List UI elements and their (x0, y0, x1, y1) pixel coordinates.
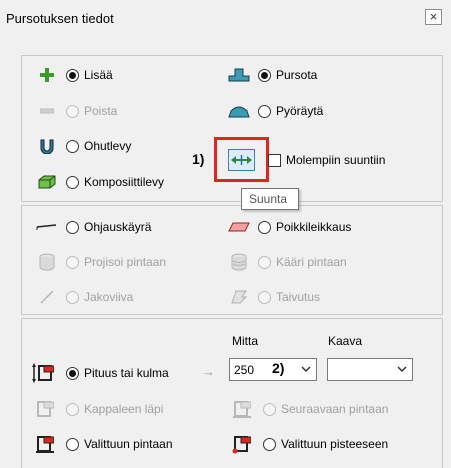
guide-curve-icon (36, 218, 58, 236)
option-both-directions[interactable]: Molempiin suuntiin (268, 150, 385, 170)
add-label: Lisää (84, 68, 113, 82)
remove-label: Poista (84, 104, 118, 118)
dimension-header: Mitta (232, 334, 259, 348)
thin-sheet-icon (36, 137, 58, 155)
through-part-label: Kappaleen läpi (84, 402, 164, 416)
cross-section-radio[interactable] (258, 220, 271, 234)
plus-icon (36, 66, 58, 84)
project-surface-label: Projisoi pintaan (84, 255, 167, 269)
option-guide-curve[interactable]: Ohjauskäyrä (36, 217, 151, 237)
wrap-surface-radio (258, 255, 271, 269)
split-line-radio (66, 290, 79, 304)
composite-sheet-icon (36, 173, 58, 191)
option-revolve[interactable]: Pyöräytä (228, 101, 323, 121)
direction-tooltip: Suunta (241, 188, 299, 210)
bend-icon (228, 288, 250, 306)
cross-section-label: Poikkileikkaus (276, 220, 352, 234)
both-directions-checkbox[interactable] (268, 153, 281, 167)
option-to-selected-point[interactable]: Valittuun pisteeseen (229, 434, 388, 454)
option-add[interactable]: Lisää (36, 65, 113, 85)
project-surface-radio (66, 255, 79, 269)
option-composite[interactable]: Komposiittilevy (36, 172, 164, 192)
add-radio[interactable] (66, 68, 79, 82)
to-next-surface-icon (229, 400, 251, 418)
option-to-next-surface: Seuraavaan pintaan (229, 399, 388, 419)
direction-highlight (214, 137, 269, 182)
option-bend: Taivutus (228, 287, 320, 307)
to-surface-icon (32, 435, 54, 453)
option-remove: Poista (36, 101, 117, 121)
composite-radio[interactable] (66, 175, 79, 189)
to-selected-point-radio[interactable] (263, 437, 276, 451)
chevron-down-icon (301, 366, 311, 373)
wrap-surface-icon (228, 253, 250, 271)
to-selected-point-label: Valittuun pisteeseen (281, 437, 389, 451)
option-cross-section[interactable]: Poikkileikkaus (228, 217, 351, 237)
length-or-angle-radio[interactable] (66, 366, 79, 380)
to-point-icon (229, 435, 251, 454)
length-or-angle-label: Pituus tai kulma (84, 366, 169, 380)
arrow-right-icon: → (202, 364, 215, 379)
both-directions-label: Molempiin suuntiin (286, 153, 386, 167)
step-2-marker: 2) (272, 360, 285, 376)
window-title: Pursotuksen tiedot (6, 11, 114, 26)
split-line-icon (36, 288, 58, 306)
remove-radio (66, 104, 79, 118)
to-selected-surface-radio[interactable] (66, 437, 79, 451)
split-line-label: Jakoviiva (84, 290, 134, 304)
to-next-surface-label: Seuraavaan pintaan (281, 402, 389, 416)
guide-curve-label: Ohjauskäyrä (84, 220, 152, 234)
formula-header: Kaava (328, 334, 363, 348)
option-wrap-surface: Kääri pintaan (228, 252, 347, 272)
revolve-icon (228, 102, 250, 120)
bend-label: Taivutus (276, 290, 321, 304)
revolve-label: Pyöräytä (276, 104, 324, 118)
formula-dropdown[interactable] (327, 358, 413, 381)
extrude-radio[interactable] (258, 68, 271, 82)
option-split-line: Jakoviiva (36, 287, 133, 307)
thin-label: Ohutlevy (84, 139, 132, 153)
option-project-surface: Projisoi pintaan (36, 252, 166, 272)
option-to-selected-surface[interactable]: Valittuun pintaan (32, 434, 173, 454)
through-part-radio (66, 402, 79, 416)
cross-section-icon (228, 218, 250, 236)
bidirectional-arrow-icon (231, 154, 252, 165)
to-selected-surface-label: Valittuun pintaan (84, 437, 173, 451)
option-length-or-angle[interactable]: Pituus tai kulma (32, 363, 169, 383)
minus-icon (36, 102, 58, 120)
direction-button[interactable] (228, 148, 255, 171)
bend-radio (258, 290, 271, 304)
composite-label: Komposiittilevy (84, 175, 165, 189)
guide-curve-radio[interactable] (66, 220, 79, 234)
extrude-label: Pursota (276, 68, 318, 82)
option-extrude[interactable]: Pursota (228, 65, 317, 85)
extrude-icon (228, 66, 250, 84)
option-thin[interactable]: Ohutlevy (36, 136, 131, 156)
length-angle-icon (32, 363, 54, 383)
chevron-down-icon (397, 366, 407, 373)
project-surface-icon (36, 253, 58, 271)
dimension-value: 250 (234, 362, 255, 377)
revolve-radio[interactable] (258, 104, 271, 118)
to-next-surface-radio (263, 402, 276, 416)
step-1-marker: 1) (192, 151, 205, 167)
option-through-part: Kappaleen läpi (32, 399, 163, 419)
through-part-icon (32, 400, 54, 418)
close-button[interactable]: × (425, 9, 442, 25)
thin-radio[interactable] (66, 139, 79, 153)
wrap-surface-label: Kääri pintaan (276, 255, 347, 269)
